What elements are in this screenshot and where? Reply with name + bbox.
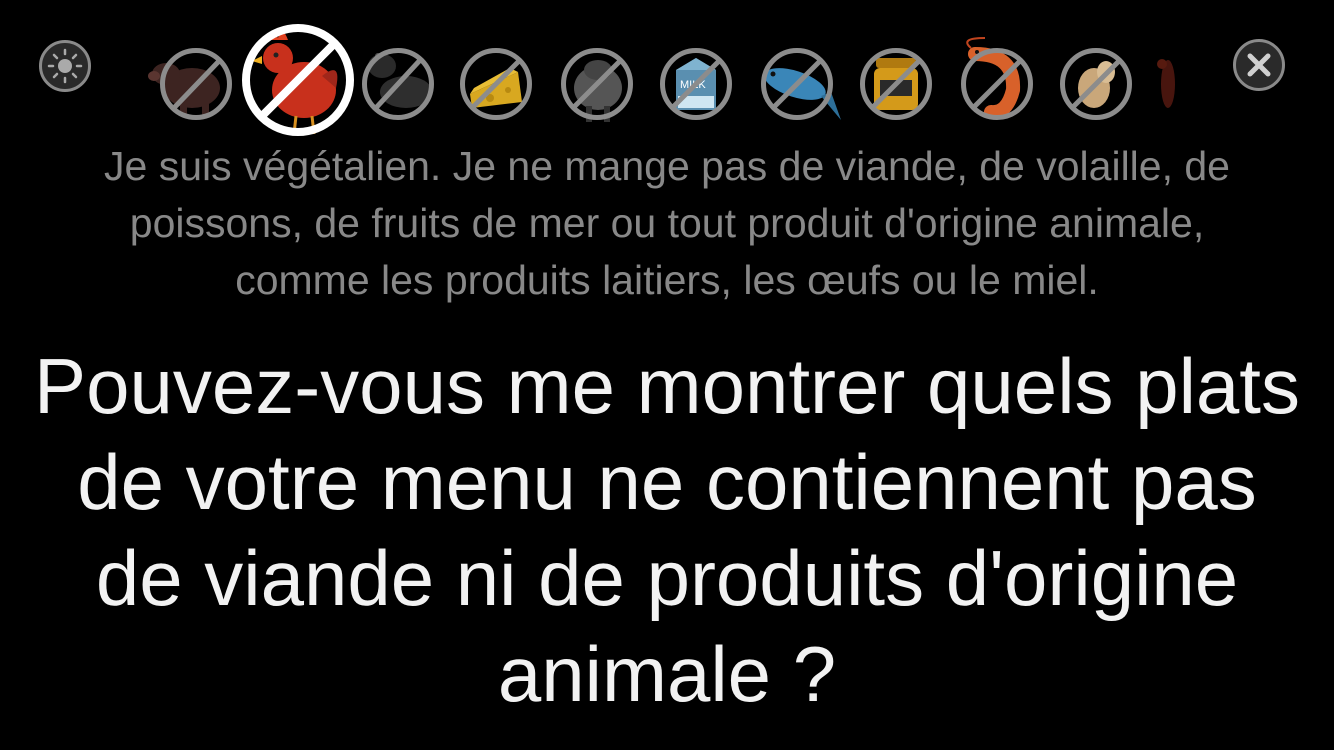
statement-line-1: Je suis végétalien. Je ne mange pas de v… bbox=[104, 143, 1230, 189]
prohibited-slash bbox=[670, 58, 722, 110]
food-category-toolbar: MILK bbox=[0, 0, 1334, 140]
brightness-button[interactable] bbox=[39, 40, 91, 92]
question-line-4: animale ? bbox=[497, 630, 837, 718]
sun-icon bbox=[47, 48, 83, 84]
prohibited-slash bbox=[571, 58, 623, 110]
category-chicken[interactable] bbox=[238, 18, 360, 143]
vegan-statement: Je suis végétalien. Je ne mange pas de v… bbox=[0, 138, 1334, 309]
category-egg[interactable] bbox=[1060, 48, 1132, 120]
close-button[interactable] bbox=[1233, 39, 1285, 91]
category-pig[interactable] bbox=[140, 40, 240, 130]
prohibited-slash bbox=[1070, 58, 1122, 110]
category-cow[interactable] bbox=[352, 34, 442, 124]
main-question: Pouvez-vous me montrer quels plats de vot… bbox=[0, 338, 1334, 722]
prohibited-sign bbox=[242, 24, 354, 136]
prohibited-slash bbox=[470, 58, 522, 110]
prohibited-slash bbox=[971, 58, 1023, 110]
category-cheese[interactable] bbox=[460, 48, 532, 120]
category-fish[interactable] bbox=[755, 44, 845, 130]
prohibited-slash bbox=[372, 56, 424, 112]
statement-line-2: poissons, de fruits de mer ou tout produ… bbox=[129, 200, 1205, 246]
prohibited-slash bbox=[870, 58, 922, 110]
prohibited-slash bbox=[771, 58, 823, 110]
category-sheep[interactable] bbox=[560, 40, 635, 128]
category-honey[interactable] bbox=[860, 48, 932, 120]
question-line-1: Pouvez-vous me montrer quels plats bbox=[34, 342, 1300, 430]
lobster-icon bbox=[1157, 59, 1175, 108]
category-shrimp[interactable] bbox=[955, 34, 1035, 124]
question-line-2: de votre menu ne contiennent pas bbox=[77, 438, 1257, 526]
close-x-icon bbox=[1247, 53, 1271, 77]
category-milk[interactable]: MILK bbox=[660, 48, 732, 120]
statement-line-3: comme les produits laitiers, les œufs ou… bbox=[235, 257, 1099, 303]
question-line-3: de viande ni de produits d'origine bbox=[95, 534, 1239, 622]
category-lobster[interactable] bbox=[1150, 48, 1186, 124]
prohibited-slash bbox=[170, 58, 222, 112]
